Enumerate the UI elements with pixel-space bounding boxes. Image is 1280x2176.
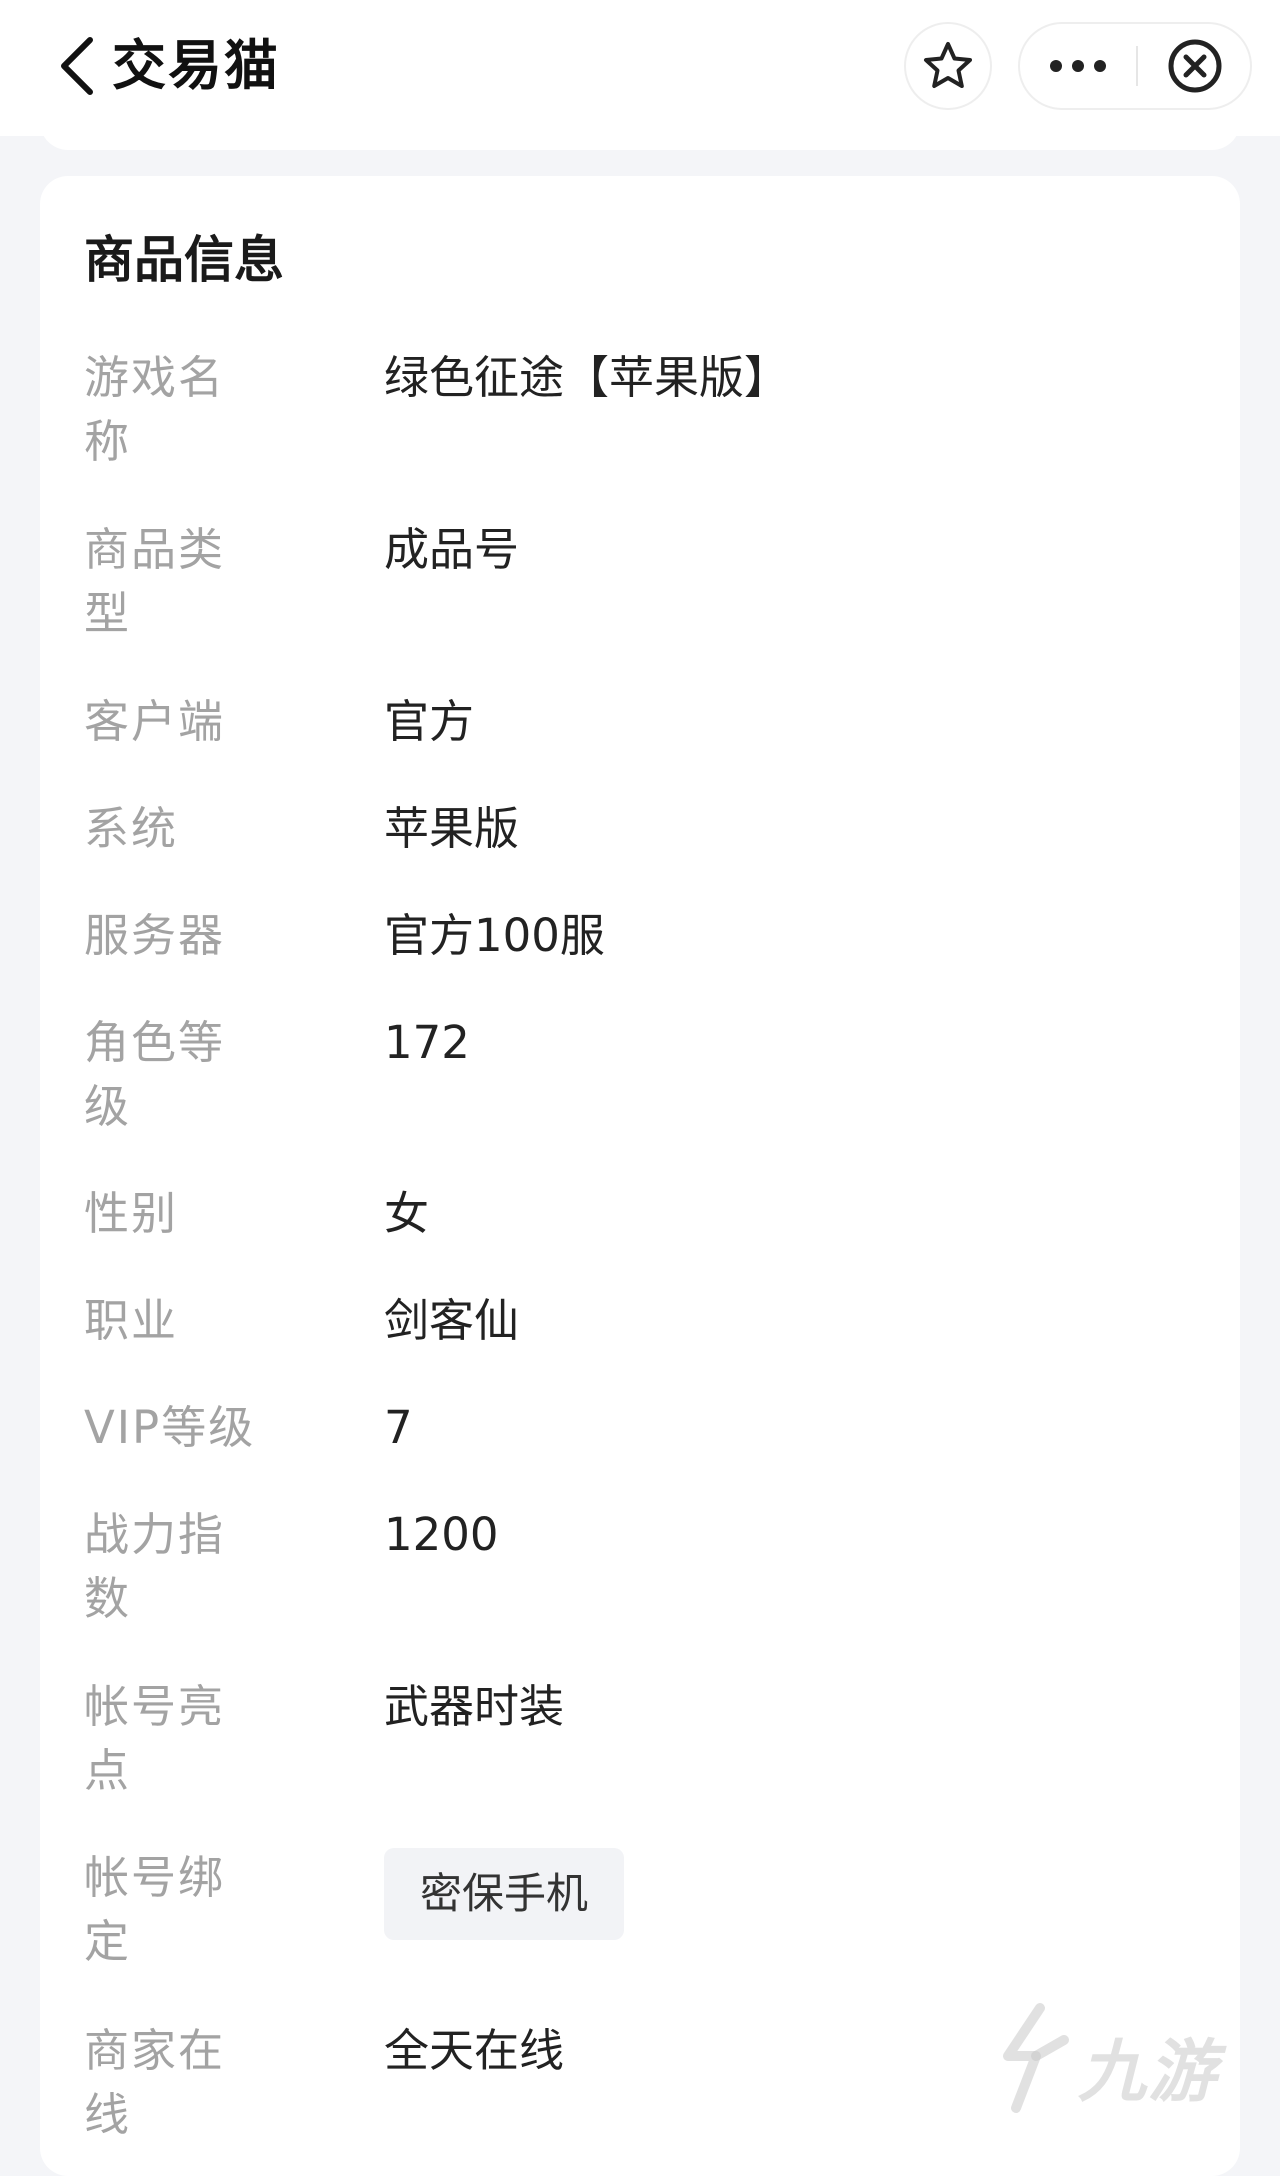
row-value: 全天在线 — [384, 2024, 565, 2077]
row-label: 系统 — [84, 802, 179, 855]
product-info-card: 商品信息 游戏名称 绿色征途【苹果版】 商品类型 成品号 客户端 官方 系统 苹… — [40, 176, 1240, 2176]
row-label: 帐号亮点 — [84, 1680, 226, 1797]
previous-card-edge — [40, 110, 1240, 150]
row-label: 客户端 — [84, 695, 226, 748]
chevron-left-icon — [61, 37, 93, 95]
back-button[interactable] — [56, 34, 100, 98]
row-label: 商家在线 — [84, 2024, 226, 2141]
row-value: 7 — [384, 1401, 413, 1454]
more-button[interactable] — [1020, 24, 1136, 108]
row-value: 剑客仙 — [384, 1294, 520, 1347]
row-value: 1200 — [384, 1508, 499, 1561]
mini-program-capsule — [1018, 22, 1252, 110]
more-dots-icon — [1050, 60, 1106, 72]
row-label: 角色等级 — [84, 1016, 226, 1133]
row-label: 性别 — [84, 1187, 179, 1240]
row-label: 战力指数 — [84, 1508, 226, 1625]
close-button[interactable] — [1138, 24, 1252, 108]
row-value: 苹果版 — [384, 802, 520, 855]
watermark-text: 九游 — [1078, 2033, 1219, 2112]
app-title: 交易猫 — [112, 34, 280, 97]
row-value: 官方100服 — [384, 909, 605, 962]
row-label: 游戏名称 — [84, 351, 226, 468]
row-label: 商品类型 — [84, 523, 226, 640]
section-title: 商品信息 — [84, 231, 284, 289]
row-label: 帐号绑定 — [84, 1851, 226, 1968]
watermark-logo-icon — [1003, 2003, 1069, 2113]
row-value: 成品号 — [384, 523, 520, 576]
row-label: 职业 — [84, 1294, 179, 1347]
row-value: 172 — [384, 1016, 470, 1069]
star-icon — [924, 42, 972, 88]
watermark: 九游 — [978, 2000, 1248, 2120]
binding-tag: 密保手机 — [384, 1848, 625, 1940]
close-circle-icon — [1168, 39, 1222, 93]
row-value: 官方 — [384, 695, 475, 748]
row-label: 服务器 — [84, 909, 226, 962]
row-value: 绿色征途【苹果版】 — [384, 351, 790, 404]
row-value: 武器时装 — [384, 1680, 565, 1733]
row-label: VIP等级 — [84, 1401, 256, 1454]
favorite-button[interactable] — [904, 22, 992, 110]
row-value: 女 — [384, 1187, 430, 1240]
